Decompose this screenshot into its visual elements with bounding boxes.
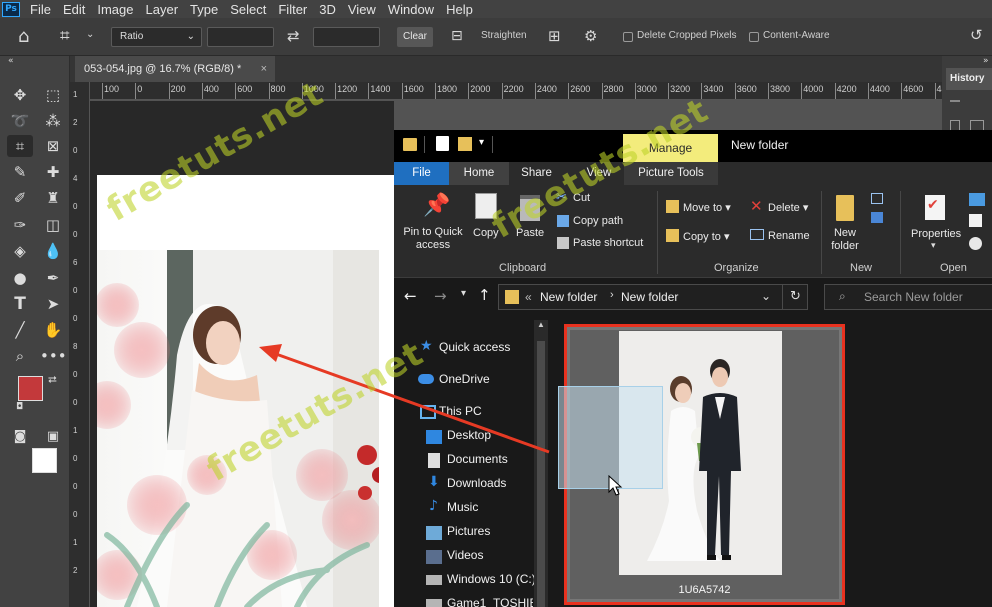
- drag-arrow-annotation: [259, 344, 550, 454]
